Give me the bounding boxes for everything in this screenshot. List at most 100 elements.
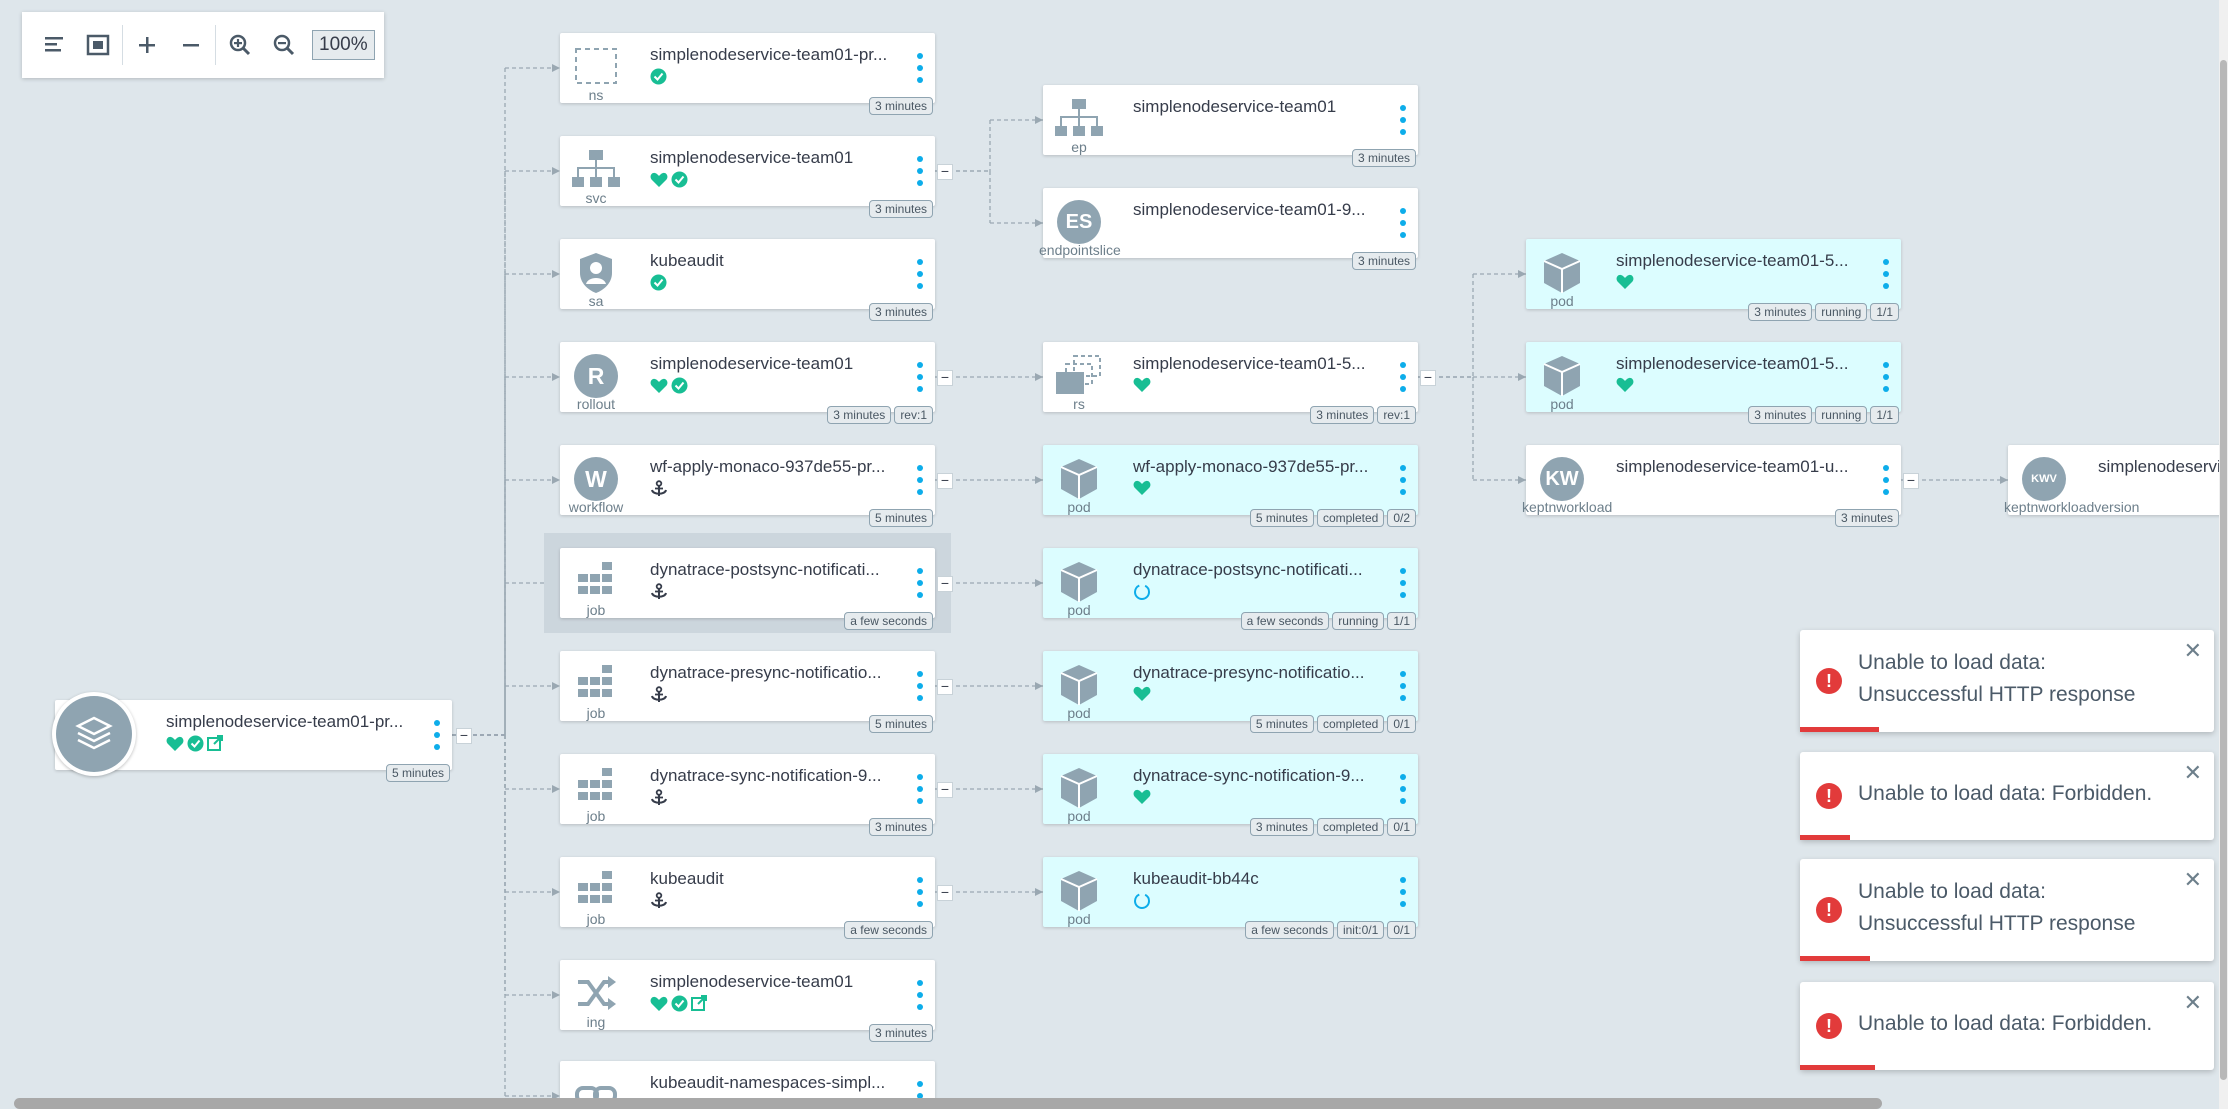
node-tag: 1/1 — [1870, 406, 1899, 424]
zoom-out-icon[interactable] — [262, 23, 306, 67]
zoom-in-icon[interactable] — [218, 23, 262, 67]
collapse-toggle[interactable]: − — [937, 679, 953, 695]
fit-view-icon[interactable] — [76, 23, 120, 67]
resource-node-job[interactable]: job kubeaudit a few seconds — [560, 857, 935, 939]
resource-node-pod[interactable]: pod simplenodeservice-team01-5... 3 minute… — [1526, 239, 1901, 321]
resource-node-job[interactable]: job dynatrace-postsync-notificati... a few… — [560, 548, 935, 630]
node-menu-icon[interactable] — [1881, 362, 1891, 392]
resource-node-endpointslice[interactable]: ES endpointslice simplenodeservice-team01-… — [1039, 188, 1418, 270]
vertical-scrollbar-thumb[interactable] — [2220, 60, 2227, 1080]
node-menu-icon[interactable] — [915, 156, 925, 186]
node-card[interactable]: KW keptnworkload simplenodeservice-team01-… — [1522, 445, 1901, 515]
node-card[interactable]: pod kubeaudit-bb44c — [1043, 857, 1418, 927]
node-card[interactable]: Wworkflow wf-apply-monaco-937de55-pr... — [560, 445, 935, 515]
node-menu-icon[interactable] — [915, 980, 925, 1010]
node-name: simplenodeservice-team01-5... — [1616, 251, 1849, 270]
node-card[interactable]: job dynatrace-sync-notification-9... — [560, 754, 935, 824]
resource-node-pod[interactable]: pod kubeaudit-bb44c a few seconds init:0/1 0… — [1043, 857, 1418, 939]
node-menu-icon[interactable] — [1398, 105, 1408, 135]
node-menu-icon[interactable] — [1398, 465, 1408, 495]
node-menu-icon[interactable] — [1398, 568, 1408, 598]
node-card[interactable]: svc simplenodeservice-team01 — [560, 136, 935, 206]
node-card[interactable]: ing simplenodeservice-team01 — [560, 960, 935, 1030]
collapse-toggle[interactable]: − — [456, 728, 472, 744]
node-menu-icon[interactable] — [915, 259, 925, 289]
resource-node-sa[interactable]: sa kubeaudit 3 minutes — [560, 239, 935, 321]
resource-node-job[interactable]: job dynatrace-sync-notification-9... 3 min… — [560, 754, 935, 836]
node-menu-icon[interactable] — [915, 671, 925, 701]
replicaset-icon — [1053, 350, 1105, 402]
resource-node-pod[interactable]: pod dynatrace-presync-notificatio... 5 min… — [1043, 651, 1418, 733]
resource-node-pod[interactable]: pod dynatrace-postsync-notificati... a few… — [1043, 548, 1418, 630]
node-tags: a few seconds — [844, 921, 933, 939]
menu-dot — [1400, 386, 1406, 392]
menu-dot — [1400, 489, 1406, 495]
node-card[interactable]: pod dynatrace-presync-notificatio... — [1043, 651, 1418, 721]
node-card[interactable]: ep simplenodeservice-team01 — [1043, 85, 1418, 155]
node-menu-icon[interactable] — [915, 465, 925, 495]
node-card[interactable]: job kubeaudit — [560, 857, 935, 927]
menu-dot — [1883, 362, 1889, 368]
node-card[interactable]: pod dynatrace-postsync-notificati... — [1043, 548, 1418, 618]
collapse-toggle[interactable]: − — [1903, 473, 1919, 489]
resource-node-rollout[interactable]: Rrollout simplenodeservice-team01 3 minute… — [560, 342, 935, 424]
collapse-toggle[interactable]: − — [937, 473, 953, 489]
close-icon[interactable]: ✕ — [2184, 638, 2202, 664]
node-menu-icon[interactable] — [1398, 774, 1408, 804]
resource-node-ep[interactable]: ep simplenodeservice-team01 3 minutes — [1043, 85, 1418, 167]
collapse-toggle[interactable]: − — [937, 164, 953, 180]
node-menu-icon[interactable] — [1398, 671, 1408, 701]
close-icon[interactable]: ✕ — [2184, 990, 2202, 1016]
resource-node-pod[interactable]: pod dynatrace-sync-notification-9... 3 min… — [1043, 754, 1418, 836]
node-card[interactable]: pod simplenodeservice-team01-5... — [1526, 239, 1901, 309]
collapse-toggle[interactable]: − — [937, 370, 953, 386]
external-link-icon[interactable] — [207, 735, 224, 757]
resource-node-pod[interactable]: pod simplenodeservice-team01-5... 3 minute… — [1526, 342, 1901, 424]
node-menu-icon[interactable] — [915, 877, 925, 907]
align-left-icon[interactable] — [32, 23, 76, 67]
resource-node-ns[interactable]: ns simplenodeservice-team01-pr... 3 minute… — [560, 33, 935, 115]
node-menu-icon[interactable] — [1881, 259, 1891, 289]
close-icon[interactable]: ✕ — [2184, 760, 2202, 786]
collapse-toggle[interactable]: − — [1420, 370, 1436, 386]
resource-node-ing[interactable]: ing simplenodeservice-team01 3 minutes — [560, 960, 935, 1042]
node-menu-icon[interactable] — [1398, 208, 1408, 238]
node-menu-icon[interactable] — [915, 774, 925, 804]
node-menu-icon[interactable] — [1398, 362, 1408, 392]
node-card[interactable]: pod simplenodeservice-team01-5... — [1526, 342, 1901, 412]
node-menu-icon[interactable] — [915, 362, 925, 392]
node-card[interactable]: rs simplenodeservice-team01-5... — [1043, 342, 1418, 412]
expand-icon[interactable] — [125, 23, 169, 67]
collapse-icon[interactable] — [169, 23, 213, 67]
node-menu-icon[interactable] — [915, 53, 925, 83]
node-menu-icon[interactable] — [432, 720, 442, 750]
resource-node-keptnworkloadversion[interactable]: KWV keptnworkloadversion simplenodeservi — [2004, 445, 2228, 515]
resource-node-keptnworkload[interactable]: KW keptnworkload simplenodeservice-team01-… — [1522, 445, 1901, 527]
collapse-toggle[interactable]: − — [937, 576, 953, 592]
resource-node-pod[interactable]: pod wf-apply-monaco-937de55-pr... 5 minute… — [1043, 445, 1418, 527]
node-menu-icon[interactable] — [915, 568, 925, 598]
close-icon[interactable]: ✕ — [2184, 867, 2202, 893]
resource-node-job[interactable]: job dynatrace-presync-notificatio... 5 min… — [560, 651, 935, 733]
node-card[interactable]: KWV keptnworkloadversion simplenodeservi — [2004, 445, 2228, 515]
node-menu-icon[interactable] — [1398, 877, 1408, 907]
collapse-toggle[interactable]: − — [937, 885, 953, 901]
menu-dot — [1400, 374, 1406, 380]
horizontal-scrollbar[interactable] — [14, 1098, 1882, 1109]
node-card[interactable]: job dynatrace-presync-notificatio... — [560, 651, 935, 721]
edge-arrow — [1035, 888, 1043, 896]
node-card[interactable]: job dynatrace-postsync-notificati... — [560, 548, 935, 618]
collapse-toggle[interactable]: − — [937, 782, 953, 798]
node-card[interactable]: pod dynatrace-sync-notification-9... — [1043, 754, 1418, 824]
node-card[interactable]: ES endpointslice simplenodeservice-team01-… — [1039, 188, 1418, 258]
node-menu-icon[interactable] — [1881, 465, 1891, 495]
node-card[interactable]: pod wf-apply-monaco-937de55-pr... — [1043, 445, 1418, 515]
node-card[interactable]: sa kubeaudit — [560, 239, 935, 309]
menu-dot — [1400, 877, 1406, 883]
resource-node-rs[interactable]: rs simplenodeservice-team01-5... 3 minutes… — [1043, 342, 1418, 424]
external-link-icon[interactable] — [691, 995, 708, 1017]
node-card[interactable]: ns simplenodeservice-team01-pr... — [560, 33, 935, 103]
resource-node-svc[interactable]: svc simplenodeservice-team01 3 minutes — [560, 136, 935, 218]
resource-node-workflow[interactable]: Wworkflow wf-apply-monaco-937de55-pr... 5 … — [560, 445, 935, 527]
node-card[interactable]: Rrollout simplenodeservice-team01 — [560, 342, 935, 412]
